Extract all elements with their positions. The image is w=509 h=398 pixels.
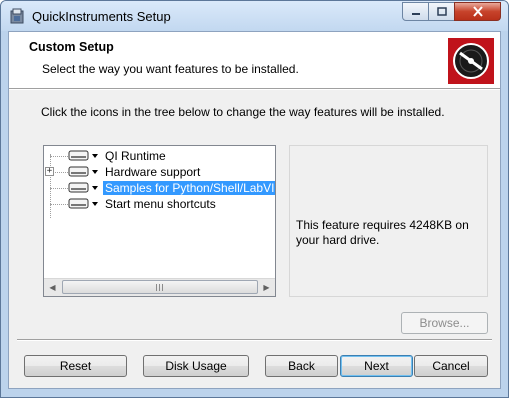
tree-line xyxy=(50,188,68,189)
horizontal-scrollbar[interactable]: ◀ ▶ xyxy=(44,278,275,296)
tree-item-label-selected[interactable]: Samples for Python/Shell/LabVIEW xyxy=(102,180,275,196)
banner-divider xyxy=(9,89,500,90)
minimize-button[interactable] xyxy=(402,2,429,21)
drive-icon[interactable] xyxy=(68,148,99,163)
setup-window: QuickInstruments Setup Custom Setup Sele… xyxy=(0,0,509,398)
title-bar[interactable]: QuickInstruments Setup xyxy=(1,1,508,31)
scrollbar-thumb[interactable] xyxy=(62,280,258,294)
tree-item-qi-runtime[interactable]: QI Runtime xyxy=(44,148,275,164)
reset-button[interactable]: Reset xyxy=(24,355,127,377)
header-banner: Custom Setup Select the way you want fea… xyxy=(9,32,500,89)
close-icon xyxy=(472,6,483,17)
feature-description-panel: This feature requires 4248KB on your har… xyxy=(289,145,488,297)
next-button[interactable]: Next xyxy=(340,355,413,377)
maximize-button[interactable] xyxy=(428,2,455,21)
feature-tree[interactable]: QI Runtime + Hardware support Samples fo… xyxy=(43,145,276,297)
scroll-left-arrow-icon[interactable]: ◀ xyxy=(44,279,61,296)
grip-icon xyxy=(156,283,164,291)
cancel-button[interactable]: Cancel xyxy=(414,355,488,377)
browse-button[interactable]: Browse... xyxy=(401,312,488,334)
disc-logo-icon xyxy=(448,38,494,84)
maximize-icon xyxy=(436,7,447,16)
installer-app-icon xyxy=(10,8,24,24)
tree-line xyxy=(50,204,68,205)
tree-item-label[interactable]: Start menu shortcuts xyxy=(103,197,218,211)
expand-plus-icon[interactable]: + xyxy=(45,167,54,176)
drive-icon[interactable] xyxy=(68,180,99,195)
drive-icon[interactable] xyxy=(68,164,99,179)
button-separator xyxy=(17,339,492,341)
tree-line xyxy=(50,156,68,157)
tree-item-hardware-support[interactable]: + Hardware support xyxy=(44,164,275,180)
tree-item-start-menu-shortcuts[interactable]: Start menu shortcuts xyxy=(44,196,275,212)
tree-item-samples[interactable]: Samples for Python/Shell/LabVIEW xyxy=(44,180,275,196)
minimize-icon xyxy=(411,12,420,15)
window-title: QuickInstruments Setup xyxy=(32,9,171,24)
disk-usage-button[interactable]: Disk Usage xyxy=(143,355,249,377)
page-subtitle: Select the way you want features to be i… xyxy=(42,62,299,76)
close-button[interactable] xyxy=(454,2,501,21)
tree-item-label[interactable]: Hardware support xyxy=(103,165,202,179)
dialog-client-area: Custom Setup Select the way you want fea… xyxy=(8,31,501,389)
scroll-right-arrow-icon[interactable]: ▶ xyxy=(258,279,275,296)
instruction-text: Click the icons in the tree below to cha… xyxy=(41,105,445,119)
back-button[interactable]: Back xyxy=(265,355,338,377)
tree-item-label[interactable]: QI Runtime xyxy=(103,149,168,163)
feature-size-text: This feature requires 4248KB on your har… xyxy=(296,218,469,247)
page-title: Custom Setup xyxy=(29,40,114,54)
drive-icon[interactable] xyxy=(68,196,99,211)
